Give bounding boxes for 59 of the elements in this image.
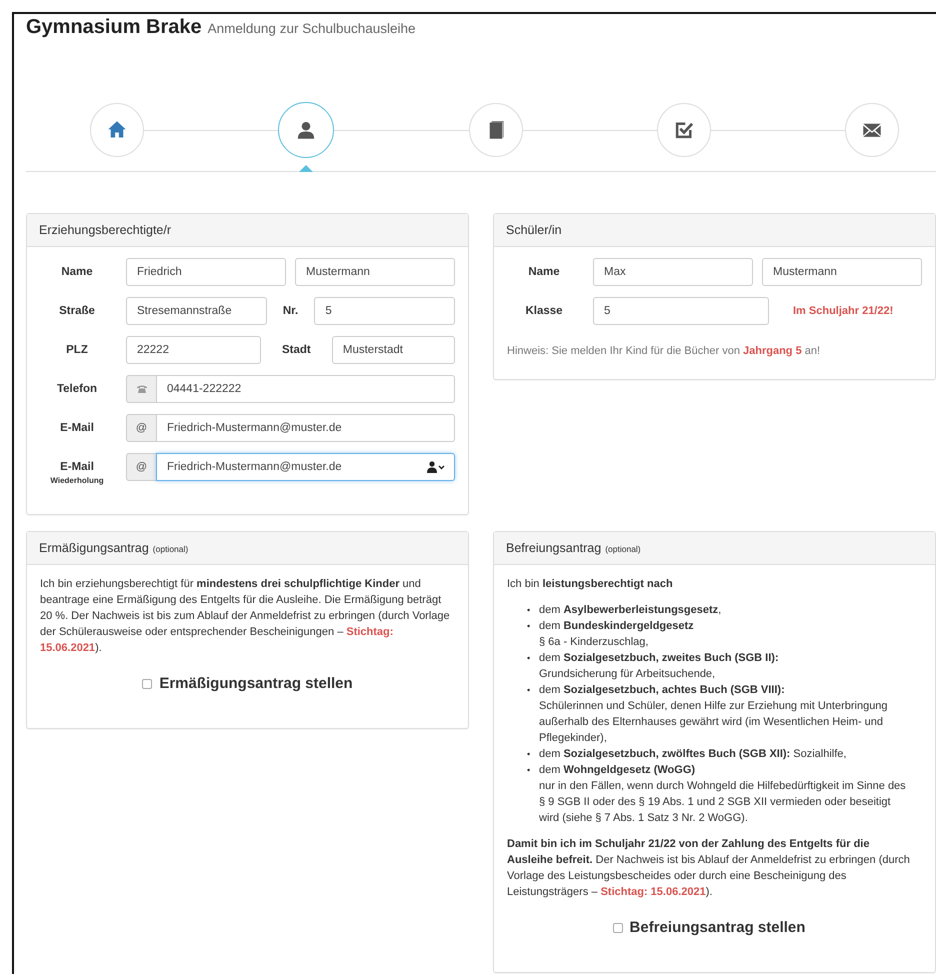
email-field[interactable]: Friedrich-Mustermann@muster.de: [156, 414, 455, 442]
phone-field[interactable]: 04441-222222: [156, 375, 455, 403]
law-list-item: dem Asylbewerberleistungsgesetz,: [539, 603, 722, 618]
law-list-item: dem Sozialgesetzbuch, zwölftes Buch (SGB XII): Sozialhilfe,: [539, 747, 846, 762]
hint-text: Hinweis: Sie melden Ihr Kind für die Bücher von Jahrgang 5 an!: [507, 344, 822, 359]
user-icon: [296, 120, 316, 140]
city-field[interactable]: Musterstadt: [332, 336, 455, 364]
reduction-text: Ich bin erziehungsberechtigt für mindestens drei schulpflichtige Kinder und beantrage eine Ermäßigung des Entgelts für die Ausleihe. Die Ermäßigung beträgt 20 %. Der Nachweis ist bis zum Ablauf der Anmeldefrist zu erbringen (durch Vorlage der Schülerausweise oder entsprechender Bescheinigungen – Stichtag: 15.06.2021).: [40, 577, 451, 656]
checkbox[interactable]: [142, 679, 152, 689]
page-subtitle: Anmeldung zur Schulbuchausleihe: [208, 21, 416, 36]
first-name-field[interactable]: Max: [593, 258, 753, 286]
field-label: Nr.: [282, 304, 300, 319]
checkbox-label[interactable]: Ermäßigungsantrag stellen: [159, 676, 353, 692]
field-label: Name: [527, 265, 561, 280]
panel-title: Erziehungsberechtigte/r: [39, 223, 172, 237]
school-year-note: Im Schuljahr 21/22!: [793, 304, 894, 319]
field-label: Stadt: [280, 343, 312, 358]
page-title: Gymnasium Brake: [26, 16, 202, 39]
checkbox[interactable]: [612, 923, 623, 933]
at-addon: @: [126, 414, 156, 442]
email-field[interactable]: Friedrich-Mustermann@muster.de: [156, 453, 455, 481]
active-step-pointer: [299, 165, 314, 172]
field-label: Telefon: [56, 382, 98, 397]
optional-tag: (optional): [152, 544, 188, 554]
bullet: •: [527, 764, 532, 777]
panel-title: Schüler/in: [506, 223, 562, 237]
field-label: E-Mail: [59, 421, 95, 436]
house-number-field[interactable]: 5: [314, 297, 455, 325]
bullet: •: [527, 748, 532, 761]
step-button[interactable]: [845, 103, 899, 157]
last-name-field[interactable]: Mustermann: [295, 258, 455, 286]
law-list-item: dem Wohngeldgesetz (WoGG) nur in den Fällen, wenn durch Wohngeld die Hilfebedürftigkeit im Sinne des § 9 SGB II oder des § 19 Abs. 1 und 2 SGB XII vermieden oder beseitigt wird (siehe § 7 Abs. 1 Satz 3 Nr. 2 WoGG).: [539, 763, 907, 826]
bullet: •: [527, 620, 532, 633]
checkbox-icon: [674, 120, 694, 140]
step-button[interactable]: [90, 103, 144, 157]
street-field[interactable]: Stresemannstraße: [126, 297, 267, 325]
optional-tag: (optional): [605, 544, 641, 554]
field-label: E-Mail: [59, 460, 95, 475]
exemption-text: Damit bin ich im Schuljahr 21/22 von der Zahlung des Entgelts für die Ausleihe befreit. Der Nachweis ist bis Ablauf der Anmeldefrist zu erbringen (durch Vorlage des Leistungsbescheides oder durch eine Bescheinigung des Leistungsträgers – Stichtag: 15.06.2021).: [507, 837, 911, 900]
at-addon: @: [126, 453, 156, 481]
panel-title: Befreiungsantrag: [506, 541, 602, 555]
exemption-intro: Ich bin leistungsberechtigt nach: [507, 577, 674, 592]
contact-icon[interactable]: [427, 461, 445, 473]
first-name-field[interactable]: Friedrich: [126, 258, 286, 286]
checkbox-label[interactable]: Befreiungsantrag stellen: [630, 920, 806, 936]
postcode-field[interactable]: 22222: [126, 336, 261, 364]
field-label: Straße: [58, 304, 96, 319]
field-sublabel: Wiederholung: [50, 475, 104, 487]
class-field[interactable]: 5: [593, 297, 769, 325]
field-label: Klasse: [524, 304, 564, 319]
bullet: •: [527, 684, 532, 697]
last-name-field[interactable]: Mustermann: [762, 258, 922, 286]
bullet: •: [527, 652, 532, 665]
bullet: •: [527, 604, 532, 617]
phone-icon: [136, 385, 146, 393]
field-label: Name: [60, 265, 94, 280]
field-label: PLZ: [65, 343, 89, 358]
home-icon: [107, 120, 127, 140]
panel-title: Ermäßigungsantrag: [39, 541, 149, 555]
